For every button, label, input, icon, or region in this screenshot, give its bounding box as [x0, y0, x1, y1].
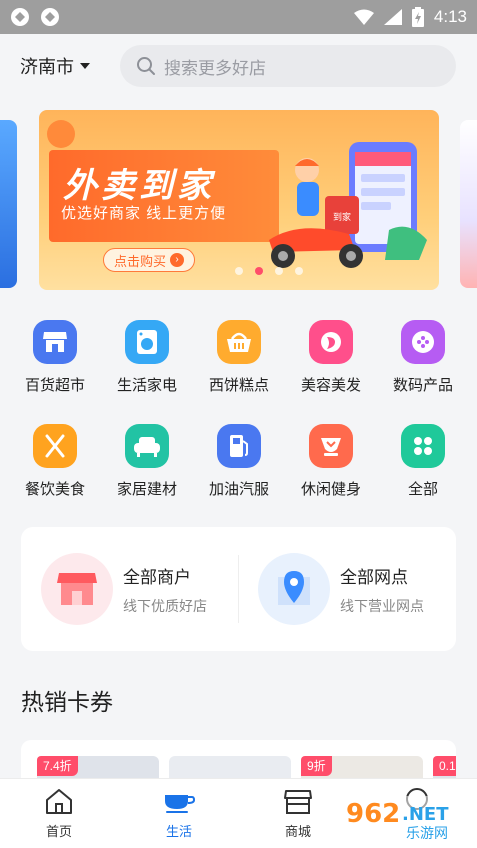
- category-item-fitness[interactable]: 休闲健身: [291, 424, 371, 514]
- hot-coupons-title: 热销卡券: [21, 689, 113, 715]
- next-banner-peek[interactable]: [460, 120, 477, 288]
- carousel-dot[interactable]: [235, 267, 243, 275]
- coupon-card[interactable]: [169, 756, 291, 780]
- category-item-home[interactable]: 家居建材: [107, 424, 187, 514]
- banner-title: 外卖到家: [63, 167, 215, 205]
- category-label: 西饼糕点: [208, 377, 269, 394]
- city-label: 济南市: [20, 57, 74, 77]
- cup-icon: [165, 795, 196, 813]
- notification-icons: [10, 7, 60, 27]
- arrow-right-icon: ›: [170, 253, 184, 267]
- category-label: 百货超市: [24, 377, 85, 394]
- buy-now-label: 点击购买: [113, 253, 166, 269]
- category-item-bakery[interactable]: 西饼糕点: [199, 320, 279, 410]
- svg-text:.NET: .NET: [402, 804, 449, 825]
- top-header: 济南市 搜索更多好店: [0, 34, 477, 98]
- category-label: 休闲健身: [300, 481, 361, 498]
- tab-label: 商城: [284, 824, 311, 839]
- discount-badge: 0.1: [433, 756, 456, 776]
- banner-subtitle: 优选好商家 线上更方便: [61, 205, 227, 222]
- category-label: 生活家电: [116, 377, 177, 394]
- category-label: 全部: [407, 481, 438, 498]
- discount-badge: 9折: [301, 756, 332, 776]
- home-icon: [46, 789, 72, 814]
- search-placeholder: 搜索更多好店: [164, 58, 266, 78]
- coupon-card[interactable]: 9折: [301, 756, 423, 780]
- all-merchants-title: 全部商户: [123, 567, 191, 587]
- grid-icon: [401, 424, 445, 468]
- banner-slide[interactable]: 外卖到家 优选好商家 线上更方便 点击购买 › 到家: [39, 110, 439, 290]
- tab-home[interactable]: 首页: [19, 787, 99, 840]
- coupon-list: 7.4折 9折 0.1: [21, 740, 456, 780]
- cutlery-icon: [33, 424, 77, 468]
- category-item-all[interactable]: 全部: [383, 424, 463, 514]
- carousel-dot[interactable]: [275, 267, 283, 275]
- category-label: 家居建材: [116, 481, 177, 498]
- all-outlets-subtitle: 线下营业网点: [340, 597, 424, 614]
- search-input[interactable]: 搜索更多好店: [120, 45, 456, 87]
- clock: 4:13: [433, 7, 467, 26]
- buy-now-button[interactable]: 点击购买 ›: [103, 248, 195, 272]
- decorative-circle: [47, 120, 75, 148]
- site-watermark-logo: 962 .NET 乐游网: [338, 796, 474, 842]
- map-pin-icon: [258, 553, 330, 625]
- store-icon: [33, 320, 77, 364]
- carousel-dot[interactable]: [295, 267, 303, 275]
- carousel-dot-active[interactable]: [255, 267, 263, 275]
- category-item-beauty[interactable]: 美容美发: [291, 320, 371, 410]
- tab-mall[interactable]: 商城: [258, 787, 338, 840]
- discount-badge: 7.4折: [37, 756, 78, 776]
- tab-life[interactable]: 生活: [139, 787, 219, 840]
- shop-illustration-icon: [41, 553, 113, 625]
- washing-machine-icon: [125, 320, 169, 364]
- category-label: 美容美发: [300, 377, 361, 394]
- app-notification-icon: [11, 8, 29, 26]
- all-merchants-subtitle: 线下优质好店: [123, 597, 207, 614]
- beauty-icon: [309, 320, 353, 364]
- category-grid: 百货超市 生活家电 西饼糕点 美容美发 数码产品 餐饮美食 家居建材 加油汽服 …: [0, 312, 477, 508]
- category-label: 数码产品: [392, 377, 453, 394]
- chevron-down-icon: [80, 63, 90, 69]
- category-label: 加油汽服: [208, 481, 269, 498]
- prev-banner-peek[interactable]: [0, 120, 17, 288]
- tab-label: 生活: [165, 824, 192, 839]
- divider: [238, 555, 239, 623]
- app-notification-icon: [41, 8, 59, 26]
- wifi-icon: [353, 9, 374, 25]
- svg-text:962: 962: [346, 799, 400, 829]
- all-outlets-title: 全部网点: [340, 567, 408, 587]
- shop-icon: [284, 790, 312, 814]
- category-item-fuel[interactable]: 加油汽服: [199, 424, 279, 514]
- box-sign-label: 到家: [333, 211, 351, 223]
- coupon-card[interactable]: 7.4折: [37, 756, 159, 780]
- category-item-appliances[interactable]: 生活家电: [107, 320, 187, 410]
- merchant-card: 全部商户 线下优质好店 全部网点 线下营业网点: [21, 527, 456, 651]
- all-outlets-entry[interactable]: 全部网点 线下营业网点: [258, 551, 424, 627]
- category-label: 餐饮美食: [24, 481, 85, 498]
- status-bar: 4:13: [0, 0, 477, 34]
- fuel-pump-icon: [217, 424, 261, 468]
- category-item-food[interactable]: 餐饮美食: [15, 424, 95, 514]
- coupon-card[interactable]: 0.1: [433, 756, 456, 780]
- svg-text:乐游网: 乐游网: [406, 826, 448, 842]
- signal-icon: [383, 9, 402, 25]
- bread-basket-icon: [217, 320, 261, 364]
- fitness-icon: [309, 424, 353, 468]
- search-icon: [137, 57, 155, 75]
- tab-label: 首页: [45, 824, 72, 839]
- battery-icon: [411, 7, 424, 27]
- category-item-grocery[interactable]: 百货超市: [15, 320, 95, 410]
- digital-icon: [401, 320, 445, 364]
- delivery-illustration: 到家: [269, 142, 427, 268]
- banner-carousel[interactable]: 外卖到家 优选好商家 线上更方便 点击购买 › 到家: [0, 108, 477, 294]
- all-merchants-entry[interactable]: 全部商户 线下优质好店: [41, 551, 207, 627]
- category-item-digital[interactable]: 数码产品: [383, 320, 463, 410]
- sofa-icon: [125, 424, 169, 468]
- city-selector[interactable]: 济南市: [20, 53, 120, 79]
- carousel-indicator: [235, 267, 303, 275]
